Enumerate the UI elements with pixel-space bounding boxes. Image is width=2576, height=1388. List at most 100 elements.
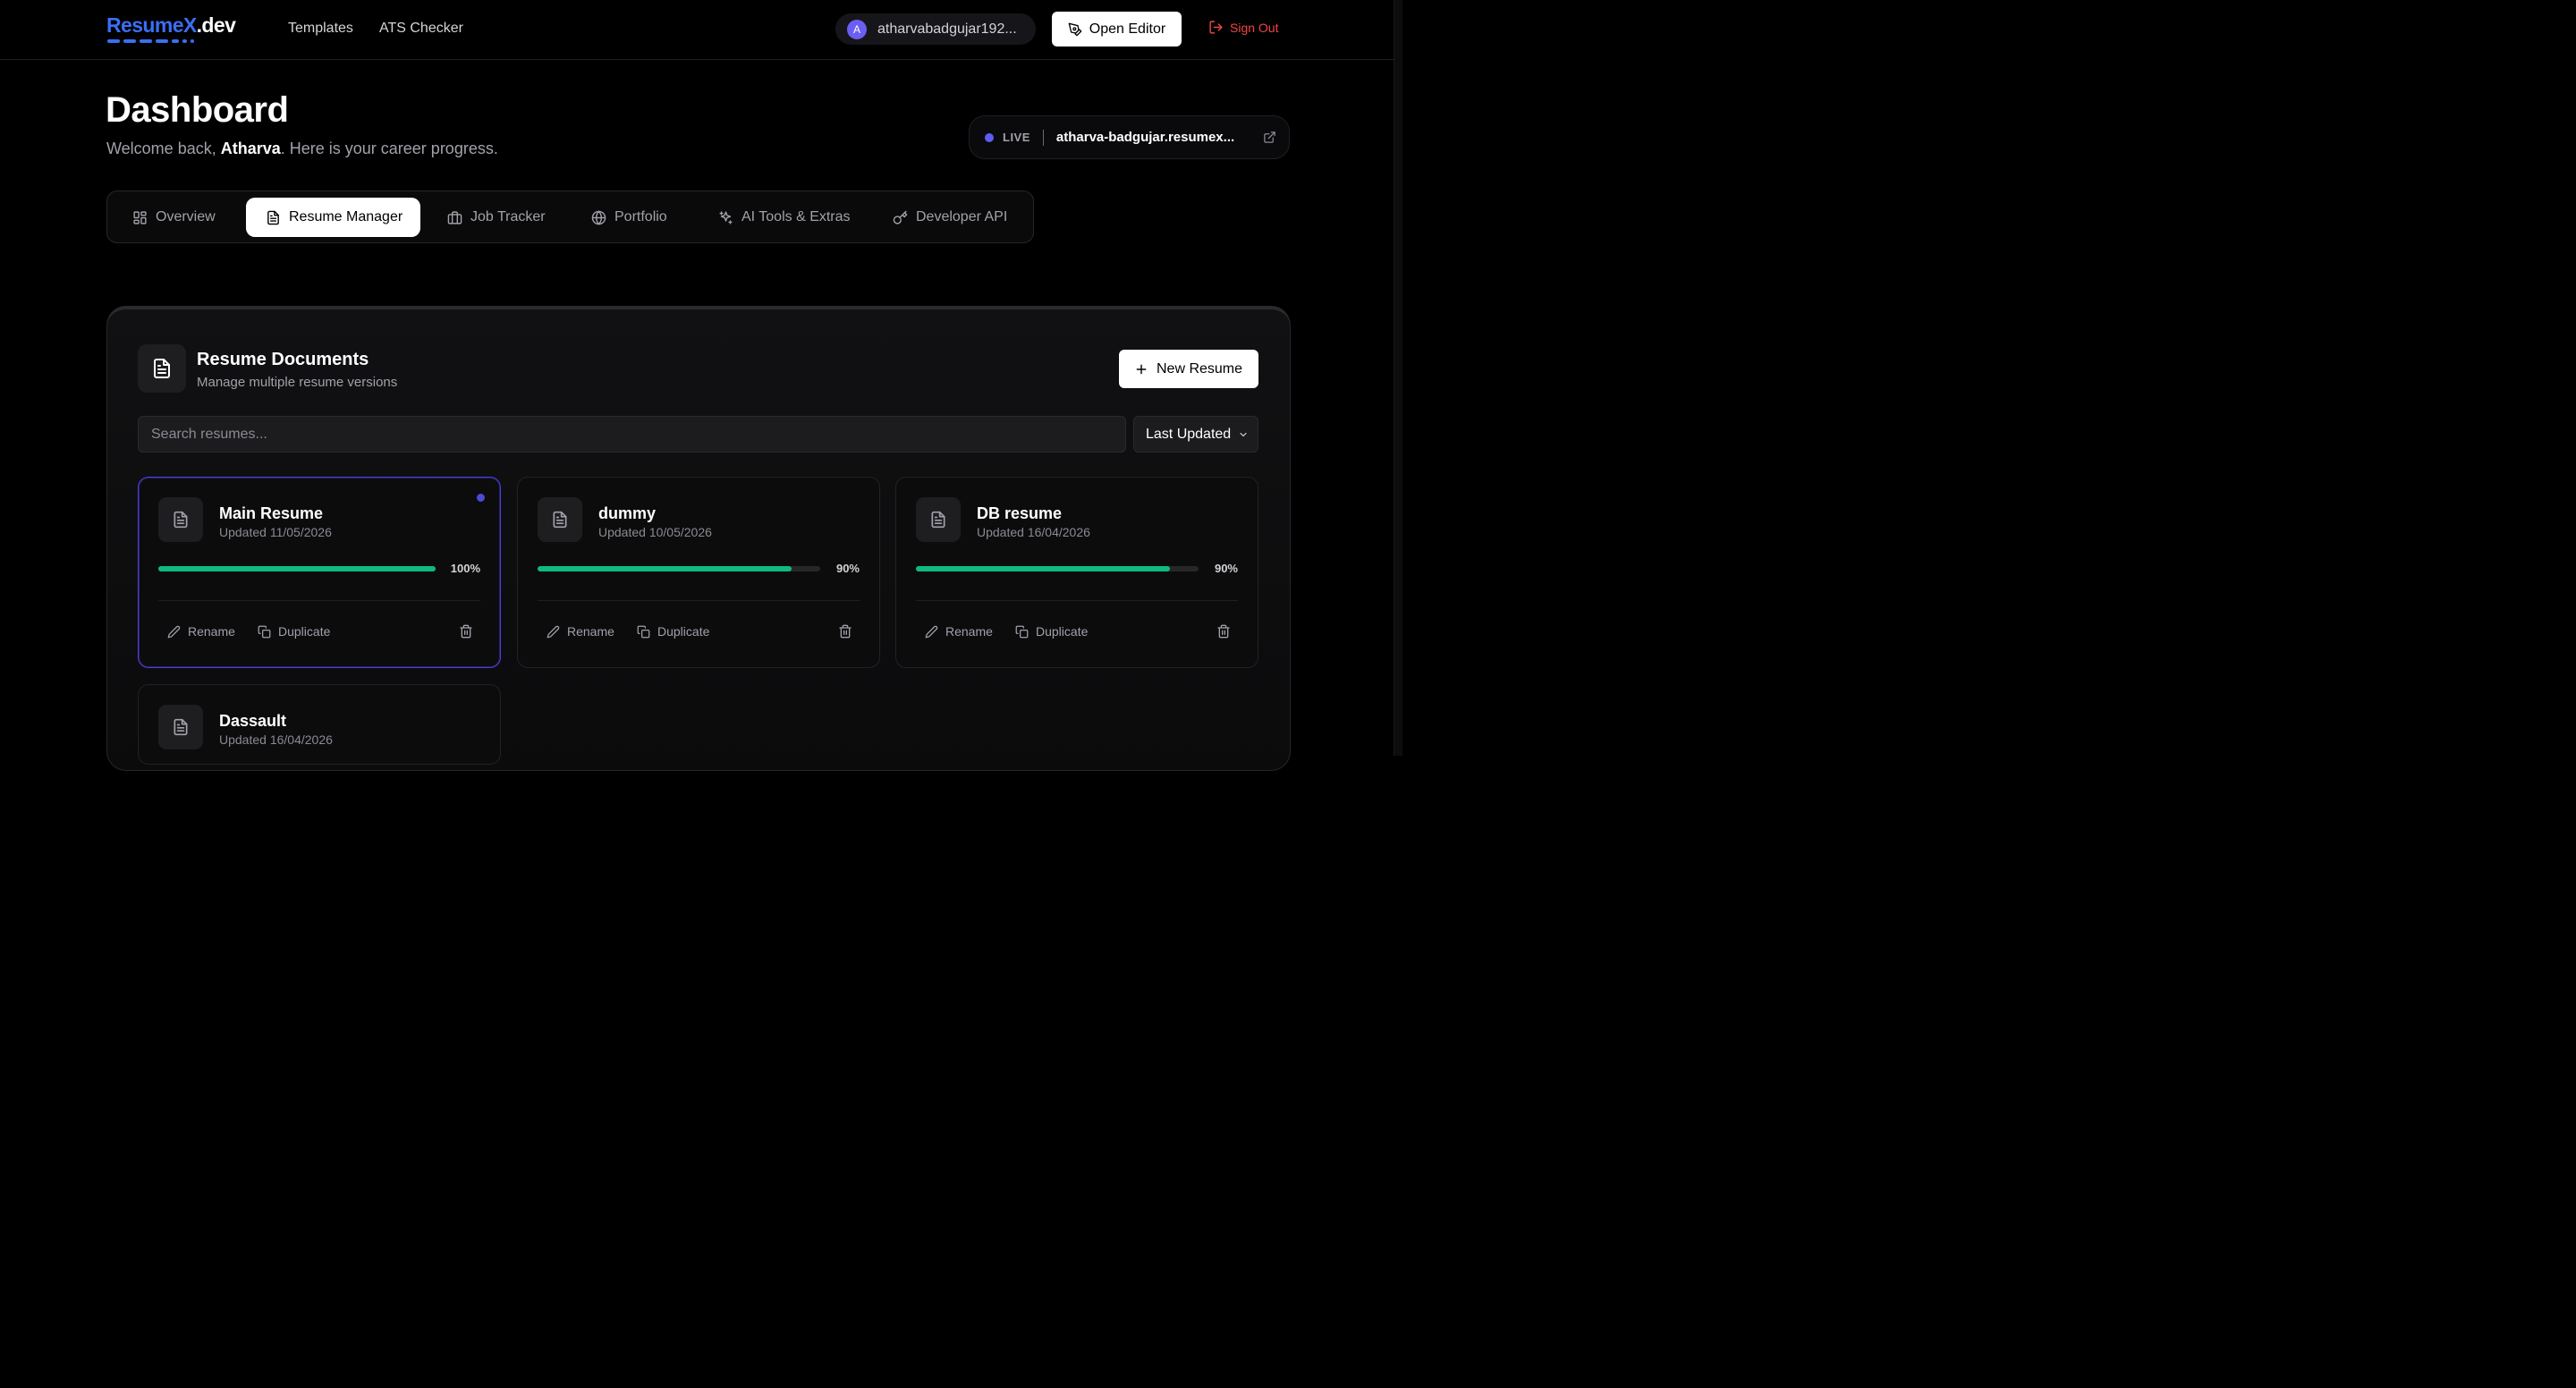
resume-card[interactable]: Dassault Updated 16/04/2026	[138, 684, 501, 765]
copy-icon	[1015, 625, 1029, 639]
duplicate-button[interactable]: Duplicate	[1015, 624, 1088, 639]
tab-label: Portfolio	[614, 209, 667, 224]
delete-button[interactable]	[459, 624, 473, 643]
resume-card[interactable]: Main Resume Updated 11/05/2026 100% Rena…	[138, 477, 501, 668]
tab-label: Developer API	[916, 209, 1008, 224]
card-divider	[916, 600, 1238, 601]
new-resume-button[interactable]: New Resume	[1119, 350, 1258, 388]
resume-updated: Updated 10/05/2026	[598, 525, 712, 539]
rename-button[interactable]: Rename	[925, 624, 993, 639]
section-title: Resume Documents	[197, 350, 369, 369]
resume-updated: Updated 11/05/2026	[219, 525, 332, 539]
logo-text-suffix: .dev	[196, 13, 236, 37]
copy-icon	[258, 625, 271, 639]
tab-label: Job Tracker	[470, 209, 546, 224]
sparkles-icon	[719, 210, 733, 224]
brand-logo[interactable]: ResumeX.dev	[106, 13, 250, 45]
logo-text-main: Resume	[106, 13, 183, 37]
page-title: Dashboard	[106, 90, 289, 130]
dashboard-tabs: Overview Resume Manager Job Tracker Port…	[106, 190, 1034, 243]
resume-file-icon	[916, 497, 961, 542]
sort-select[interactable]: Last Updated	[1133, 416, 1258, 453]
live-portfolio-link[interactable]: LIVE atharva-badgujar.resumex...	[969, 115, 1290, 159]
sign-out-button[interactable]: Sign Out	[1208, 20, 1278, 35]
nav-templates[interactable]: Templates	[288, 20, 353, 38]
welcome-suffix: . Here is your career progress.	[280, 140, 498, 157]
live-url: atharva-badgujar.resumex...	[1055, 130, 1235, 145]
duplicate-button[interactable]: Duplicate	[637, 624, 709, 639]
progress-label: 100%	[450, 562, 480, 575]
card-divider	[538, 600, 860, 601]
briefcase-icon	[447, 210, 462, 224]
card-divider	[158, 600, 480, 601]
chevron-down-icon	[1240, 432, 1247, 437]
progress-fill	[916, 566, 1171, 571]
resume-name: dummy	[598, 504, 657, 522]
search-input[interactable]	[138, 416, 1126, 453]
resume-name: DB resume	[977, 504, 1063, 522]
progress-fill	[538, 566, 792, 571]
delete-button[interactable]	[838, 624, 852, 643]
tab-label: AI Tools & Extras	[741, 209, 851, 224]
avatar: A	[847, 19, 867, 39]
pencil-icon	[547, 625, 560, 639]
logo-text-x: X	[182, 13, 197, 37]
duplicate-label: Duplicate	[1036, 624, 1089, 639]
active-indicator-dot	[477, 494, 485, 502]
progress-bar	[158, 566, 436, 571]
tab-developer-api[interactable]: Developer API	[893, 198, 1007, 237]
external-link-icon[interactable]	[1263, 131, 1276, 144]
welcome-prefix: Welcome back,	[106, 140, 221, 157]
welcome-name: Atharva	[220, 140, 281, 157]
tab-label: Resume Manager	[289, 209, 403, 224]
resume-card[interactable]: dummy Updated 10/05/2026 90% Rename Dupl…	[517, 477, 880, 668]
rename-label: Rename	[945, 624, 993, 639]
globe-icon	[591, 209, 606, 225]
section-subtitle: Manage multiple resume versions	[197, 375, 398, 390]
progress-fill	[158, 566, 436, 571]
logo-underline-icon	[107, 39, 194, 43]
logout-icon	[1209, 21, 1223, 34]
progress-label: 90%	[1214, 562, 1238, 575]
tab-label: Overview	[156, 209, 216, 224]
tab-overview[interactable]: Overview	[132, 198, 216, 237]
rename-label: Rename	[188, 624, 235, 639]
resume-updated: Updated 16/04/2026	[977, 525, 1090, 539]
resume-file-icon	[538, 497, 582, 542]
trash-icon	[460, 624, 472, 639]
tab-job-tracker[interactable]: Job Tracker	[447, 198, 546, 237]
live-label: LIVE	[1003, 131, 1030, 144]
grid-icon	[133, 210, 147, 224]
progress-label: 90%	[835, 562, 860, 575]
tab-portfolio[interactable]: Portfolio	[591, 198, 667, 237]
new-resume-label: New Resume	[1156, 360, 1243, 377]
pencil-icon	[167, 625, 181, 639]
trash-icon	[839, 624, 852, 639]
duplicate-label: Duplicate	[657, 624, 710, 639]
resume-updated: Updated 16/04/2026	[219, 732, 333, 747]
rename-button[interactable]: Rename	[167, 624, 235, 639]
document-icon	[267, 210, 279, 224]
resume-file-icon	[158, 497, 203, 542]
duplicate-button[interactable]: Duplicate	[258, 624, 330, 639]
page-scrollbar[interactable]	[1394, 0, 1402, 756]
open-editor-button[interactable]: Open Editor	[1052, 12, 1182, 47]
pencil-icon	[925, 625, 938, 639]
open-editor-label: Open Editor	[1089, 21, 1166, 37]
delete-button[interactable]	[1216, 624, 1231, 643]
resume-file-icon	[158, 705, 203, 749]
top-navigation: ResumeX.dev Templates ATS Checker A atha…	[0, 0, 1394, 60]
live-status-dot	[985, 132, 994, 142]
nav-ats-checker[interactable]: ATS Checker	[379, 20, 463, 38]
tab-resume-manager[interactable]: Resume Manager	[246, 198, 420, 237]
rename-button[interactable]: Rename	[547, 624, 614, 639]
rename-label: Rename	[567, 624, 614, 639]
progress-bar	[916, 566, 1199, 571]
user-menu[interactable]: A atharvabadgujar192...	[835, 13, 1036, 45]
resume-card[interactable]: DB resume Updated 16/04/2026 90% Rename …	[895, 477, 1258, 668]
pen-tool-icon	[1068, 22, 1082, 36]
sign-out-label: Sign Out	[1230, 20, 1279, 35]
key-icon	[893, 210, 908, 224]
document-icon	[154, 359, 170, 378]
tab-ai-tools[interactable]: AI Tools & Extras	[718, 198, 851, 237]
